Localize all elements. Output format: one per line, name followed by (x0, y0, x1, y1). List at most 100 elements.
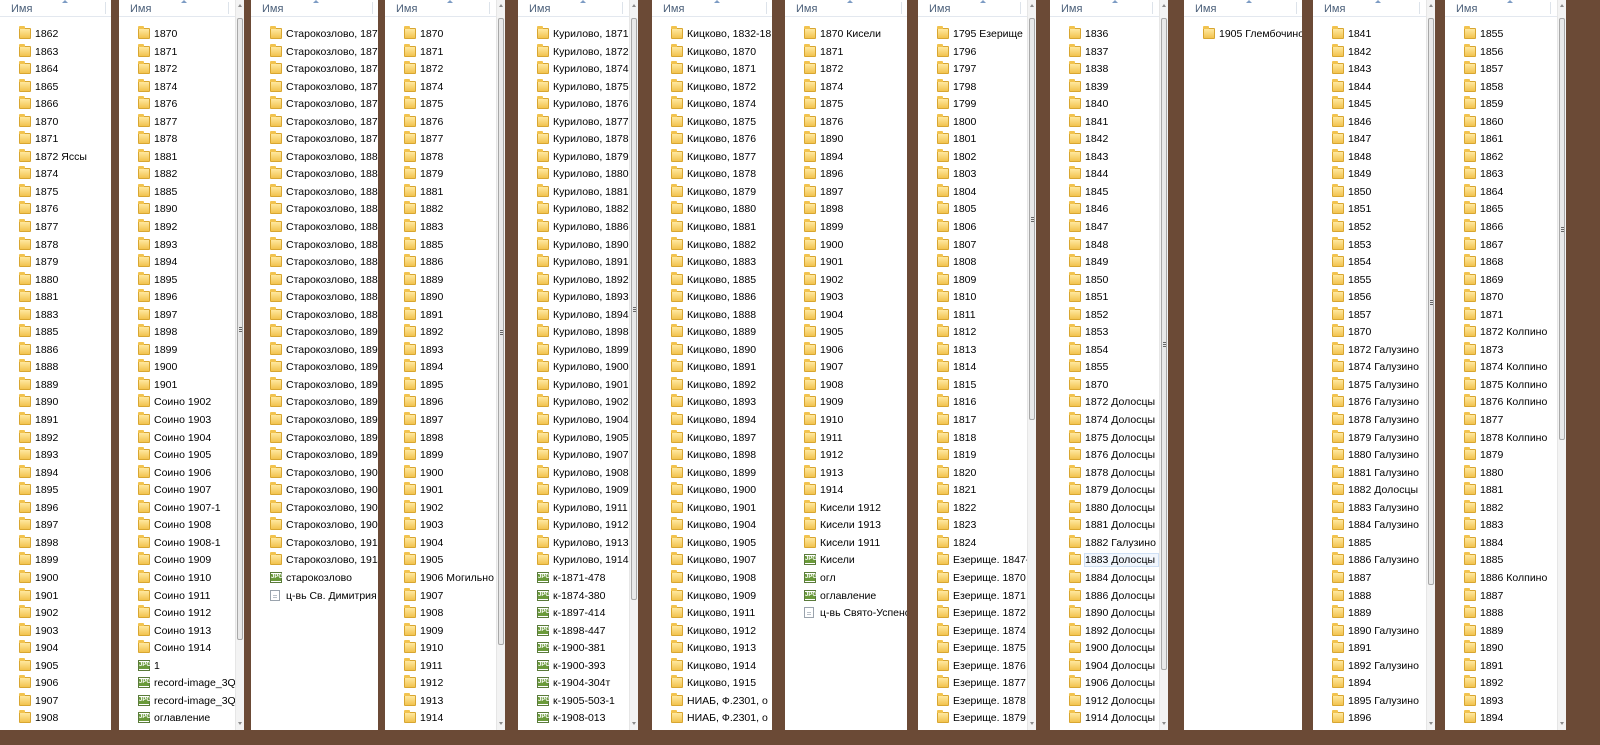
folder-item[interactable]: 1890 (385, 289, 505, 307)
folder-item[interactable]: Курилово, 1907 (518, 447, 638, 465)
folder-item[interactable]: Кицково, 1876 (652, 131, 772, 149)
folder-item[interactable]: Старокозлово, 1880 (251, 148, 378, 167)
folder-item[interactable]: Курилово, 1902 (518, 394, 638, 412)
column-divider[interactable] (489, 2, 490, 14)
folder-item[interactable]: Старокозлово, 1895 (251, 394, 378, 412)
folder-item[interactable]: 1856 (1445, 43, 1566, 62)
folder-item[interactable]: Соино 1907 (119, 482, 244, 500)
folder-item[interactable]: 1876 (0, 201, 111, 219)
folder-item[interactable]: Кицково, 1908 (652, 569, 772, 588)
folder-item[interactable]: Кицково, 1893 (652, 394, 772, 412)
folder-item[interactable]: 1883 (1445, 517, 1566, 535)
folder-item[interactable]: 1802 (918, 148, 1036, 167)
file-item[interactable]: 1 (119, 658, 244, 676)
folder-item[interactable]: 1880 (0, 271, 111, 290)
folder-item[interactable]: 1910 (385, 640, 505, 658)
folder-item[interactable]: 1854 (1050, 341, 1168, 360)
folder-item[interactable]: Кицково, 1875 (652, 113, 772, 132)
scroll-thumb[interactable] (1029, 18, 1035, 420)
file-item[interactable]: к-1897-414 (518, 605, 638, 623)
folder-item[interactable]: 1870 (1313, 324, 1435, 342)
folder-item[interactable]: Кицково, 1899 (652, 464, 772, 483)
folder-item[interactable]: Езерище. 1871 (918, 587, 1036, 606)
folder-item[interactable]: Курилово, 1914 (518, 552, 638, 570)
folder-item[interactable]: 1796 (918, 43, 1036, 62)
folder-item[interactable]: Кицково, 1877 (652, 148, 772, 167)
folder-item[interactable]: 1877 (385, 131, 505, 149)
folder-item[interactable]: Кисели 1913 (785, 517, 907, 535)
folder-item[interactable]: Старокозлово, 1881 (251, 166, 378, 184)
folder-item[interactable]: 1884 Долосцы (1050, 569, 1168, 588)
folder-item[interactable]: Старокозлово, 1894 (251, 376, 378, 395)
folder-item[interactable]: Езерище. 1878 (918, 692, 1036, 711)
folder-item[interactable]: Курилово, 1874 (518, 61, 638, 79)
folder-item[interactable]: Кицково, 1885 (652, 271, 772, 290)
folder-item[interactable]: Кицково, 1881 (652, 219, 772, 237)
folder-item[interactable]: 1816 (918, 394, 1036, 412)
folder-item[interactable]: 1872 (385, 61, 505, 79)
folder-item[interactable]: 1807 (918, 236, 1036, 255)
folder-item[interactable]: 1850 (1313, 183, 1435, 202)
folder-item[interactable]: 1913 (385, 692, 505, 711)
folder-item[interactable]: 1888 (1313, 587, 1435, 606)
folder-item[interactable]: Езерище. 1874 (918, 622, 1036, 641)
folder-item[interactable]: 1870 (385, 26, 505, 44)
folder-item[interactable]: Езерище. 1870 (918, 569, 1036, 588)
folder-item[interactable]: Езерище. 1877 (918, 675, 1036, 693)
folder-item[interactable]: Кисели 1911 (785, 534, 907, 553)
folder-item[interactable]: 1866 (0, 96, 111, 114)
folder-item[interactable]: 1879 Долосцы (1050, 482, 1168, 500)
folder-item[interactable]: 1849 (1050, 254, 1168, 272)
name-column-header[interactable]: Имя (1050, 0, 1168, 17)
folder-item[interactable]: Кицково, 1872 (652, 78, 772, 97)
folder-item[interactable]: 1887 (1313, 569, 1435, 588)
folder-item[interactable]: Кицково, 1900 (652, 482, 772, 500)
folder-item[interactable]: 1811 (918, 306, 1036, 325)
folder-item[interactable]: 1866 (1445, 219, 1566, 237)
column-divider[interactable] (1296, 2, 1297, 14)
folder-item[interactable]: Кицково, 1882 (652, 236, 772, 255)
name-column-header[interactable]: Имя (251, 0, 378, 17)
folder-item[interactable]: 1886 (385, 254, 505, 272)
scroll-thumb[interactable] (1161, 18, 1167, 670)
folder-item[interactable]: 1901 (119, 376, 244, 395)
folder-item[interactable]: 1876 (785, 113, 907, 132)
folder-item[interactable]: 1851 (1313, 201, 1435, 219)
folder-item[interactable]: 1892 (1445, 675, 1566, 693)
file-item[interactable]: к-1905-503-1 (518, 693, 638, 711)
folder-item[interactable]: 1808 (918, 254, 1036, 272)
folder-item[interactable]: 1801 (918, 131, 1036, 149)
folder-item[interactable]: Старокозлово, 1907 (251, 517, 378, 535)
file-item[interactable]: к-1908-013 (518, 710, 638, 728)
folder-item[interactable]: 1809 (918, 271, 1036, 290)
folder-item[interactable]: 1908 (385, 605, 505, 623)
folder-item[interactable]: 1901 (385, 482, 505, 500)
file-item[interactable]: оглавление (785, 588, 907, 606)
folder-item[interactable]: 1899 (0, 552, 111, 570)
folder-item[interactable]: 1864 (0, 61, 111, 79)
vertical-scrollbar[interactable] (1557, 0, 1566, 730)
folder-item[interactable]: 1839 (1050, 78, 1168, 97)
folder-item[interactable]: 1857 (1445, 61, 1566, 79)
file-item[interactable]: к-1898-447 (518, 623, 638, 641)
folder-item[interactable]: Курилово, 1908 (518, 464, 638, 483)
folder-item[interactable]: Езерище. 1876 (918, 657, 1036, 676)
folder-item[interactable]: 1812 (918, 324, 1036, 342)
folder-item[interactable]: Курилово, 1891 (518, 254, 638, 272)
folder-item[interactable]: 1821 (918, 482, 1036, 500)
folder-item[interactable]: 1810 (918, 289, 1036, 307)
folder-item[interactable]: НИАБ, Ф.2301, о (652, 692, 772, 711)
column-divider[interactable] (766, 2, 767, 14)
folder-item[interactable]: 1889 (385, 271, 505, 290)
name-column-header[interactable]: Имя (918, 0, 1036, 17)
folder-item[interactable]: 1878 Долосцы (1050, 464, 1168, 483)
folder-item[interactable]: 1889 (1445, 622, 1566, 641)
folder-item[interactable]: Кицково, 1892 (652, 376, 772, 395)
folder-item[interactable]: 1891 (1445, 657, 1566, 676)
folder-item[interactable]: Кицково, 1907 (652, 552, 772, 570)
folder-item[interactable]: 1896 (385, 394, 505, 412)
folder-item[interactable]: Старокозлово, 1912 (251, 534, 378, 553)
folder-item[interactable]: 1895 (385, 376, 505, 395)
folder-item[interactable]: Старокозлово, 1886 (251, 254, 378, 272)
folder-item[interactable]: Езерище. 1847-18 (918, 552, 1036, 570)
